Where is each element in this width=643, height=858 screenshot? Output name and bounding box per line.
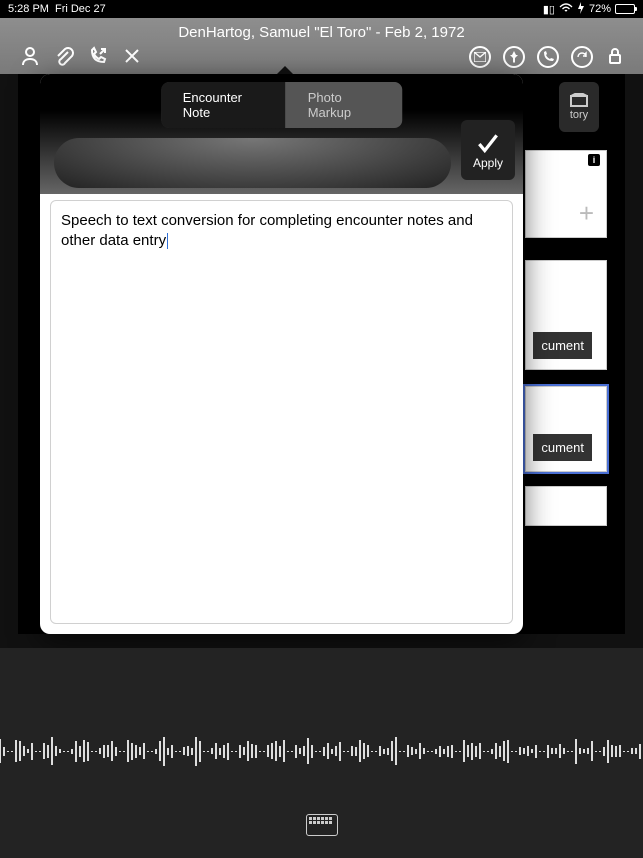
popover-tabs: Encounter Note Photo Markup [161, 82, 403, 128]
apply-button[interactable]: Apply [461, 120, 515, 180]
status-time: 5:28 PM [8, 3, 49, 15]
battery-pct: 72% [589, 3, 611, 15]
tab-encounter-note[interactable]: Encounter Note [161, 82, 286, 128]
card-add[interactable]: i + [525, 150, 607, 238]
person-icon[interactable] [20, 46, 40, 66]
status-bar: 5:28 PM Fri Dec 27 ▮▯ 72% [0, 0, 643, 18]
card-doc-1[interactable]: cument [525, 260, 607, 370]
history-side-tab-label: tory [570, 109, 588, 121]
history-side-tab[interactable]: tory [559, 82, 599, 132]
encounter-note-text: Speech to text conversion for completing… [61, 212, 473, 249]
phone-icon[interactable] [537, 46, 559, 68]
plus-icon: + [579, 198, 594, 229]
dictation-panel [0, 648, 643, 858]
status-date: Fri Dec 27 [55, 3, 106, 15]
battery-icon [615, 4, 635, 14]
close-icon[interactable] [122, 46, 142, 66]
patient-title: DenHartog, Samuel "El Toro" - Feb 2, 197… [0, 18, 643, 41]
info-icon: i [588, 154, 600, 166]
card-doc-2[interactable]: cument [525, 386, 607, 472]
waveform [0, 726, 643, 776]
rotate-lock-icon[interactable] [571, 46, 593, 68]
keyboard-button[interactable] [306, 814, 338, 836]
attachment-icon[interactable] [54, 46, 74, 66]
encounter-note-textarea[interactable]: Speech to text conversion for completing… [50, 200, 513, 624]
text-caret [167, 233, 168, 249]
apply-label: Apply [473, 156, 503, 170]
wifi-icon [559, 3, 573, 16]
card-blank[interactable] [525, 486, 607, 526]
call-out-icon[interactable] [88, 46, 108, 66]
header-bar: DenHartog, Samuel "El Toro" - Feb 2, 197… [0, 18, 643, 74]
signal-icon: ▮▯ [543, 3, 555, 16]
popover-header: Encounter Note Photo Markup Apply [40, 74, 523, 194]
mail-icon[interactable] [469, 46, 491, 68]
encounter-popover: Encounter Note Photo Markup Apply Speech… [40, 74, 523, 634]
document-button-1[interactable]: cument [533, 332, 592, 359]
document-button-2[interactable]: cument [533, 434, 592, 461]
pin-icon[interactable] [503, 46, 525, 68]
tab-photo-markup[interactable]: Photo Markup [286, 82, 403, 128]
lock-icon[interactable] [605, 46, 625, 66]
header-glow [54, 138, 451, 188]
charging-icon [577, 2, 585, 17]
